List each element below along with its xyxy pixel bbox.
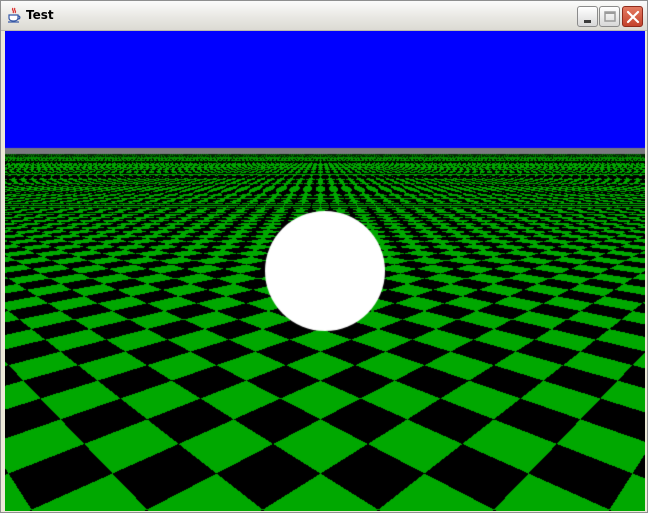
java-cup-icon[interactable] (6, 7, 22, 23)
close-button[interactable] (622, 6, 643, 27)
minimize-button[interactable] (577, 6, 598, 27)
close-icon (626, 10, 640, 24)
window-title: Test (26, 8, 54, 22)
app-window: Test (0, 0, 648, 513)
scene-canvas[interactable] (5, 31, 645, 511)
render-canvas-area[interactable] (5, 31, 645, 511)
title-bar[interactable]: Test (1, 1, 647, 31)
maximize-button[interactable] (599, 6, 620, 27)
maximize-icon (604, 11, 616, 22)
minimize-icon (584, 20, 591, 23)
